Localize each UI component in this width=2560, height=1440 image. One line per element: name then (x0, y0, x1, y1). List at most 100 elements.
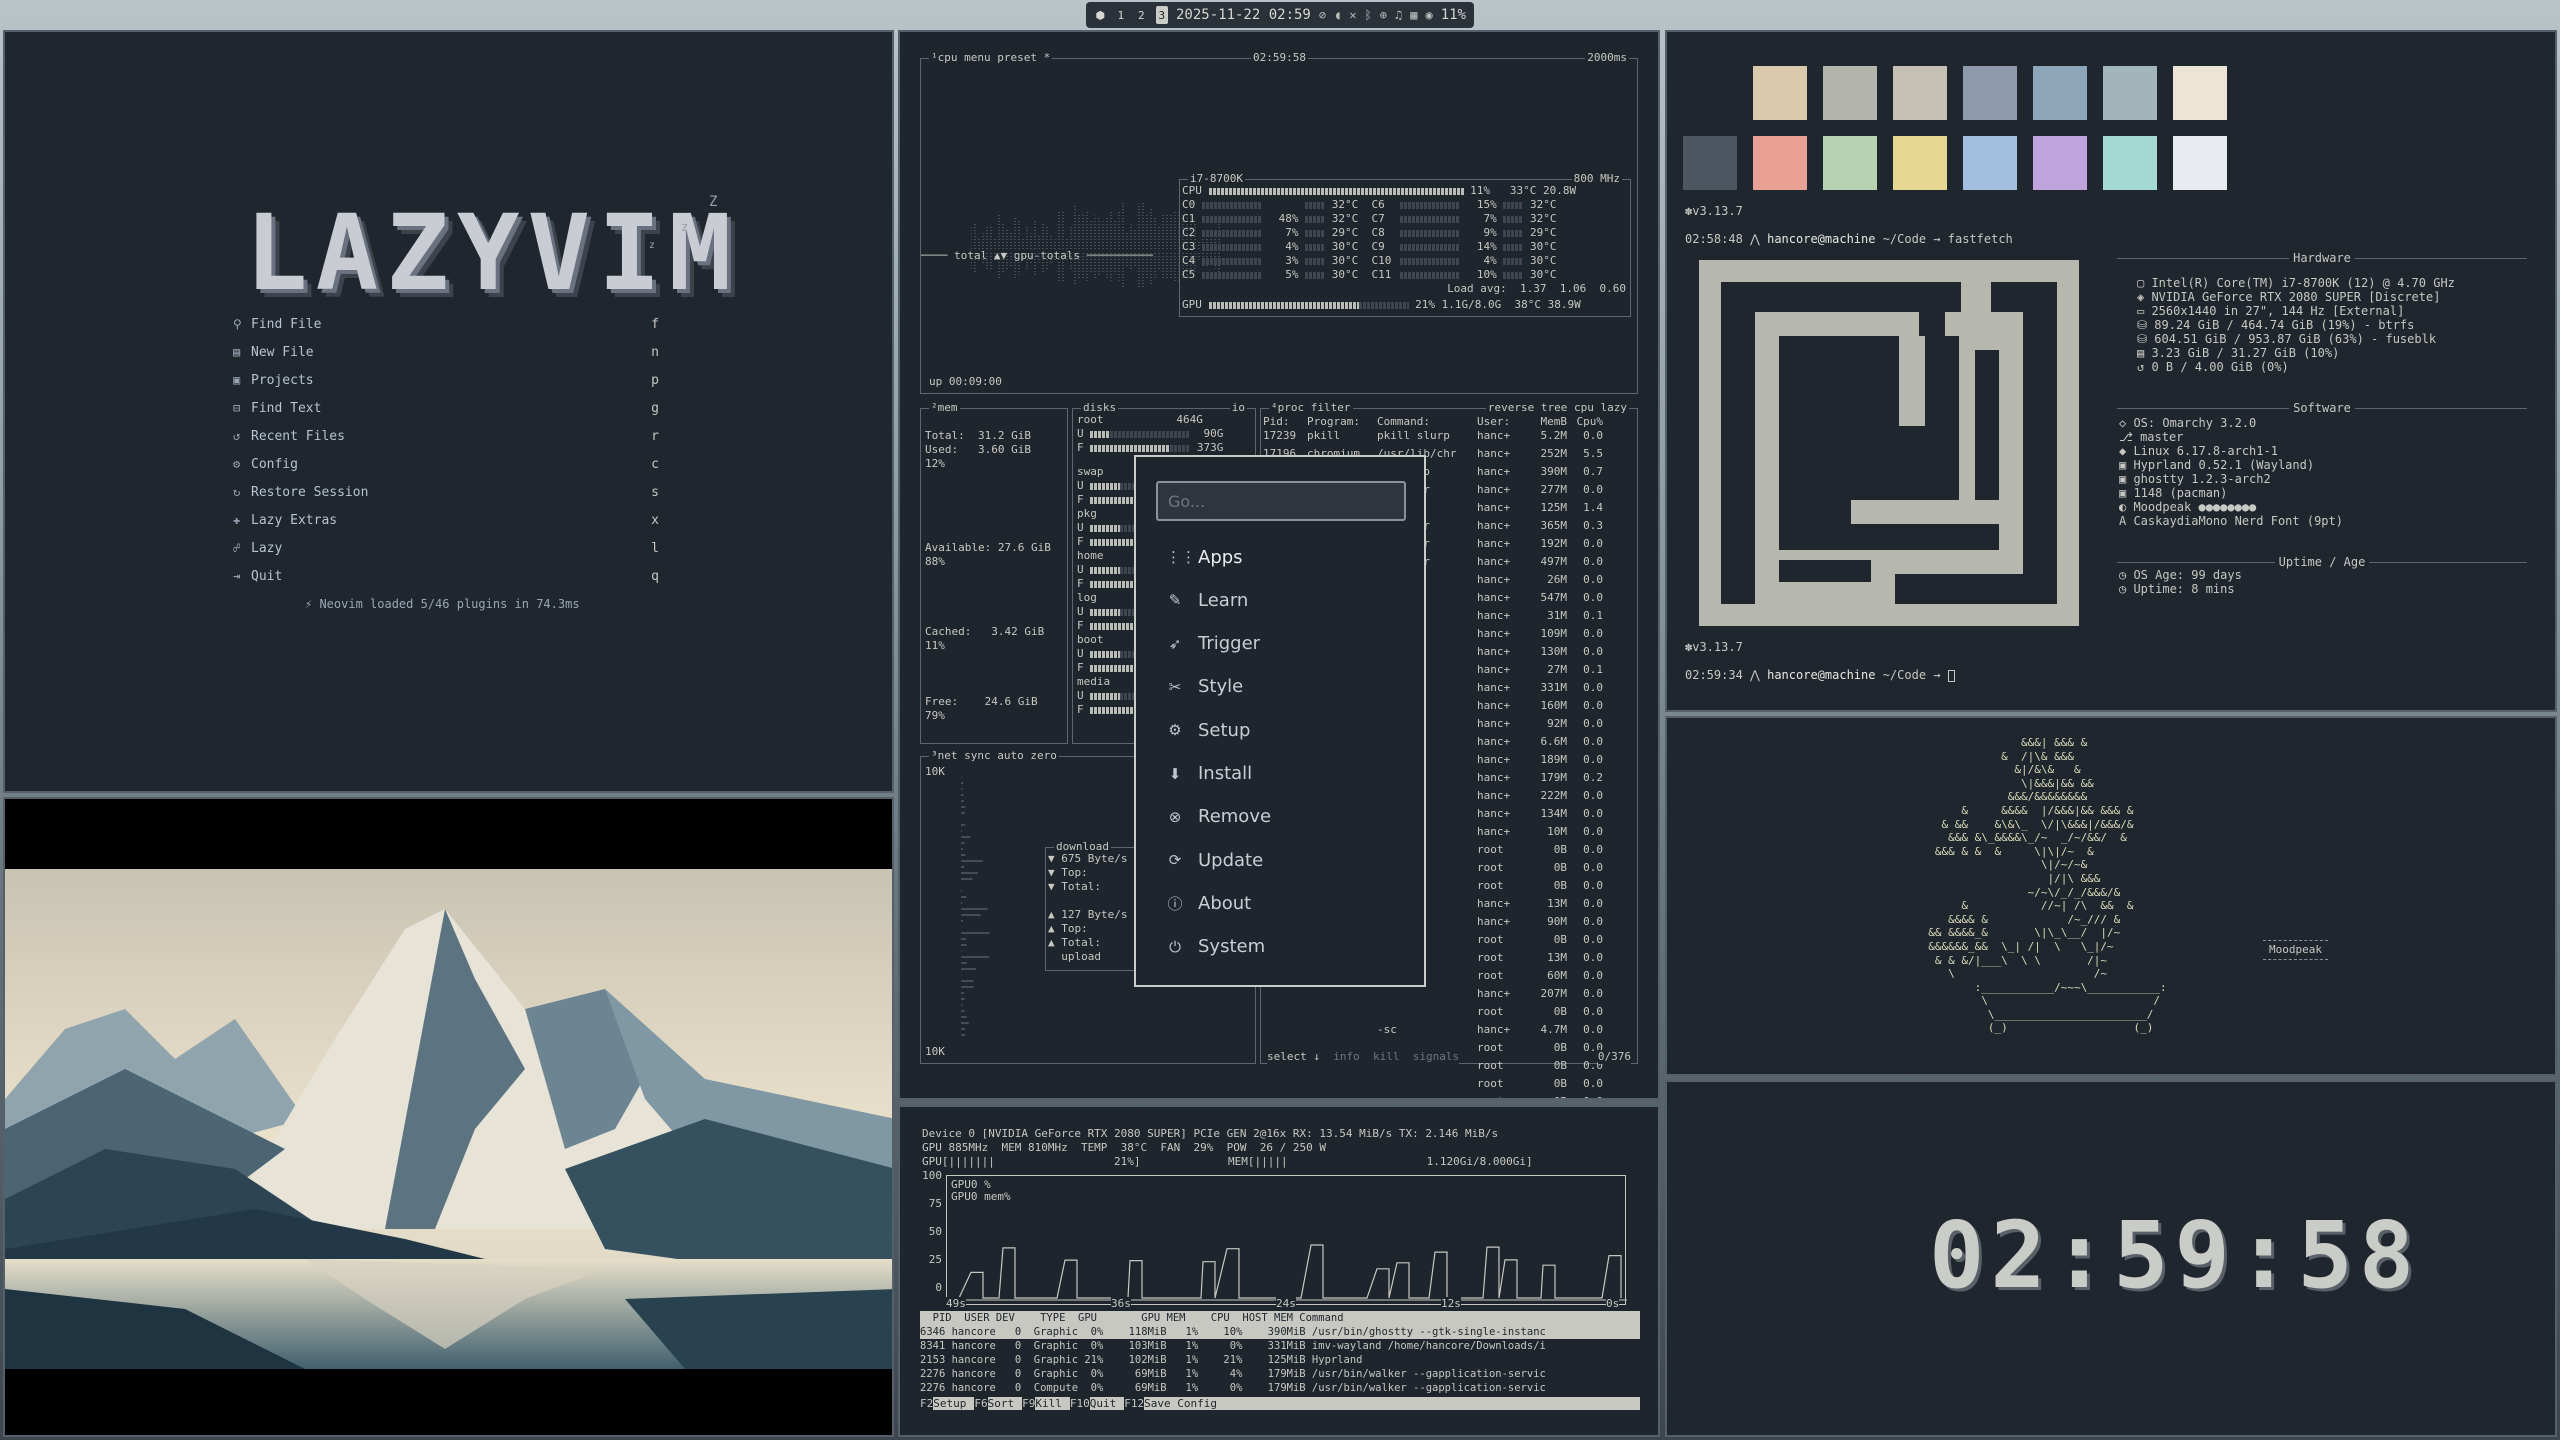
preset-button[interactable]: preset (997, 51, 1037, 64)
proc-cell: hanc+ (1477, 897, 1511, 910)
launcher-search-input[interactable] (1156, 481, 1406, 521)
dashboard-item-recent-files[interactable]: ↺ Recent Files r (233, 426, 659, 446)
proc-cell: 0.0 (1583, 915, 1603, 928)
privacy-icon[interactable]: ◖ (1334, 8, 1341, 22)
gpu-process-row[interactable]: 6346 hancore 0 Graphic 0% 118MiB 1% 10% … (920, 1325, 1640, 1339)
volume-icon[interactable]: ♫ (1395, 8, 1402, 22)
cpu-title[interactable]: cpu (938, 51, 958, 64)
nvtop-footer-key-kill[interactable]: F9Kill (1022, 1397, 1062, 1410)
core-row: C3 4% 30°C C9 14% 30°C (1182, 240, 1557, 254)
proc-cell: hanc+ (1477, 465, 1511, 478)
proc-row[interactable]: root0B0.0 (1263, 1077, 1603, 1095)
launcher-item-install[interactable]: ⬇ Install (1166, 759, 1406, 789)
color-swatch (1823, 136, 1877, 190)
bluetooth-icon[interactable]: ᛒ (1365, 8, 1372, 22)
menu-button[interactable]: menu (964, 51, 991, 64)
launcher-item-about[interactable]: ⓘ About (1166, 888, 1406, 918)
proc-title[interactable]: proc (1278, 401, 1305, 414)
proc-col-header[interactable]: Pid: (1263, 415, 1307, 429)
lazyvim-window[interactable]: LAZYVIM z z Z ⚲ Find File f ▤ New File n ▣ Proj… (3, 30, 894, 793)
mem-title-text[interactable]: mem (938, 401, 958, 414)
net-title[interactable]: net (938, 749, 958, 762)
proc-row[interactable]: root0B0.0 (1263, 1005, 1603, 1023)
dashboard-item-quit[interactable]: ⇥ Quit q (233, 566, 659, 586)
gpu-util-bar: GPU[||||||| 21%] (922, 1155, 1141, 1168)
screen-record-icon[interactable]: ⊘ (1319, 8, 1326, 22)
proc-select[interactable]: select (1267, 1050, 1307, 1063)
nvtop-window[interactable]: Device 0 [NVIDIA GeForce RTX 2080 SUPER]… (898, 1105, 1660, 1437)
clock-datetime[interactable]: 2025-11-22 02:59 (1176, 7, 1311, 23)
update-interval[interactable]: 2000ms (1585, 51, 1629, 64)
image-viewer-window[interactable] (3, 797, 894, 1437)
prompt-2[interactable]: 02:59:34 ⋀ hancore@machine ~/Code → (1685, 668, 1955, 682)
proc-sort[interactable]: cpu lazy (1574, 401, 1627, 414)
fastfetch-terminal[interactable]: ✽v3.13.7 02:58:48 ⋀ hancore@machine ~/Co… (1665, 30, 2557, 712)
launcher-item-setup[interactable]: ⚙ Setup (1166, 715, 1406, 745)
launcher-item-remove[interactable]: ⊗ Remove (1166, 802, 1406, 832)
core-pct: 9% (1483, 226, 1497, 239)
proc-header[interactable]: Pid: Program: Command: User: MemB Cpu% (1263, 415, 1603, 429)
proc-kill[interactable]: kill (1373, 1050, 1400, 1063)
gpu-process-row[interactable]: 2276 hancore 0 Compute 0% 69MiB 1% 0% 17… (920, 1381, 1640, 1395)
proc-col-header[interactable]: Cpu% (1567, 415, 1604, 429)
nvtop-footer-key-setup[interactable]: F2Setup (920, 1397, 966, 1410)
proc-row[interactable]: hanc+ 207M 0.0 (1263, 987, 1603, 1005)
proc-col-header[interactable]: Program: (1307, 415, 1377, 429)
proc-cell: 0.0 (1583, 897, 1603, 910)
dashboard-item-find-file[interactable]: ⚲ Find File f (233, 314, 659, 334)
net-sync[interactable]: sync (964, 749, 991, 762)
proc-filter[interactable]: filter (1311, 401, 1351, 414)
dashboard-item-new-file[interactable]: ▤ New File n (233, 342, 659, 362)
cpu-power: 20.8W (1543, 184, 1577, 197)
launcher-item-style[interactable]: ✂ Style (1166, 672, 1406, 702)
proc-row[interactable]: root0B0.0 (1263, 1095, 1603, 1098)
proc-cell: 0.0 (1583, 1023, 1603, 1036)
proc-col-header[interactable]: User: (1477, 415, 1523, 429)
launcher-item-apps[interactable]: ⋮⋮ Apps (1166, 542, 1406, 572)
gpu-process-row[interactable]: 2153 hancore 0 Graphic 21% 102MiB 1% 21%… (920, 1353, 1640, 1367)
workspace-1[interactable]: 1 (1115, 6, 1128, 24)
nvtop-footer-key-save-config[interactable]: F12Save Config (1124, 1397, 1217, 1410)
cpu-icon[interactable]: ▦ (1410, 8, 1417, 22)
dashboard-item-restore-session[interactable]: ↻ Restore Session s (233, 482, 659, 502)
proc-col-header[interactable]: MemB (1523, 415, 1568, 429)
gpu-process-row[interactable]: 8341 hancore 0 Graphic 0% 103MiB 1% 0% 3… (920, 1339, 1640, 1353)
mem-cached: Cached: 3.42 GiB (925, 625, 1045, 638)
dashboard-item-projects[interactable]: ▣ Projects p (233, 370, 659, 390)
disk-root: root 464G U 90G F 373G (1077, 413, 1224, 454)
mute-icon[interactable]: ✕ (1349, 8, 1356, 22)
dashboard-item-lazy-extras[interactable]: ✚ Lazy Extras x (233, 510, 659, 530)
gpu-process-row[interactable]: 2276 hancore 0 Graphic 0% 69MiB 1% 4% 17… (920, 1367, 1640, 1381)
proc-tree[interactable]: tree (1541, 401, 1568, 414)
dashboard-item-lazy[interactable]: ☍ Lazy l (233, 538, 659, 558)
proc-signals[interactable]: signals (1413, 1050, 1459, 1063)
net-auto[interactable]: auto (997, 749, 1024, 762)
clock-terminal[interactable]: 02:59:58 (1665, 1080, 2557, 1437)
ul-total: Total: (1061, 936, 1101, 949)
net-zero[interactable]: zero (1030, 749, 1057, 762)
ascii-art-terminal[interactable]: &&&| &&& & & /|\& &&& &|/&\& & \|&&&|&& … (1665, 716, 2557, 1076)
launcher-item-trigger[interactable]: ➶ Trigger (1166, 629, 1406, 659)
proc-row[interactable]: -sc hanc+ 4.7M 0.0 (1263, 1023, 1603, 1041)
launcher-item-system[interactable]: ⏻ System (1166, 932, 1406, 962)
launcher-item-learn[interactable]: ✎ Learn (1166, 585, 1406, 615)
workspace-2[interactable]: 2 (1135, 6, 1148, 24)
process-table-header[interactable]: PID USER DEV TYPE GPU GPU MEM CPU HOST M… (920, 1311, 1640, 1325)
proc-cell: 0.0 (1583, 879, 1603, 892)
nvtop-footer-key-quit[interactable]: F10Quit (1069, 1397, 1116, 1410)
dashboard-item-config[interactable]: ⚙ Config c (233, 454, 659, 474)
dl-top: Top: (1061, 866, 1088, 879)
launcher-item-update[interactable]: ⟳ Update (1166, 845, 1406, 875)
omarchy-logo-icon[interactable]: ⬢ (1094, 6, 1107, 24)
proc-row[interactable]: 17239 pkill pkill slurp hanc+ 5.2M 0.0 (1263, 429, 1603, 447)
network-icon[interactable]: ⊕ (1380, 8, 1387, 22)
io-toggle[interactable]: io (1229, 401, 1247, 414)
proc-cell: 60M (1547, 969, 1567, 982)
proc-reverse[interactable]: reverse (1488, 401, 1534, 414)
dashboard-item-find-text[interactable]: ⊟ Find Text g (233, 398, 659, 418)
workspace-3[interactable]: 3 (1155, 6, 1168, 24)
proc-info[interactable]: info (1333, 1050, 1360, 1063)
proc-cell: hanc+ (1477, 987, 1511, 1000)
proc-col-header[interactable]: Command: (1377, 415, 1477, 429)
nvtop-footer-key-sort[interactable]: F6Sort (974, 1397, 1014, 1410)
